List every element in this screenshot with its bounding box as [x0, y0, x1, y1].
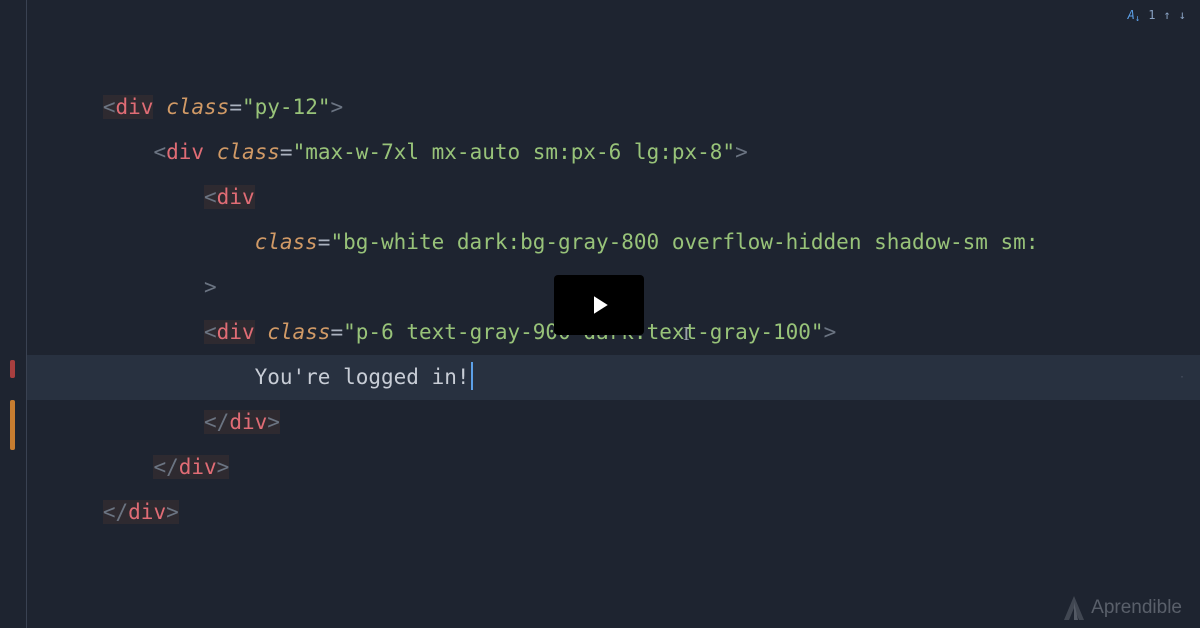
play-button[interactable]	[554, 275, 644, 335]
code-line[interactable]: <div class="max-w-7xl mx-auto sm:px-6 lg…	[27, 130, 1200, 175]
change-marker-deleted	[10, 360, 15, 378]
code-line[interactable]: <div	[27, 175, 1200, 220]
code-line[interactable]: <div class="py-12">	[27, 85, 1200, 130]
code-line[interactable]: </div>	[27, 400, 1200, 445]
text-cursor-icon: I	[683, 323, 690, 346]
line-end-indicator: ·	[1179, 355, 1185, 400]
change-marker-modified	[10, 400, 15, 450]
brand-logo-icon	[1064, 596, 1084, 620]
play-icon	[584, 290, 614, 320]
code-line[interactable]: class="bg-white dark:bg-gray-800 overflo…	[27, 220, 1200, 265]
brand-watermark: Aprendible	[1064, 596, 1182, 620]
code-line[interactable]: </div>	[27, 490, 1200, 535]
editor-gutter	[0, 0, 26, 628]
brand-name: Aprendible	[1091, 597, 1182, 619]
text-caret	[471, 362, 473, 390]
code-line-active[interactable]: You're logged in!·	[27, 355, 1200, 400]
code-line[interactable]: </div>	[27, 445, 1200, 490]
code-editor: A↓ 1 ↑ ↓ <div class="py-12"> <div class=…	[0, 0, 1200, 628]
